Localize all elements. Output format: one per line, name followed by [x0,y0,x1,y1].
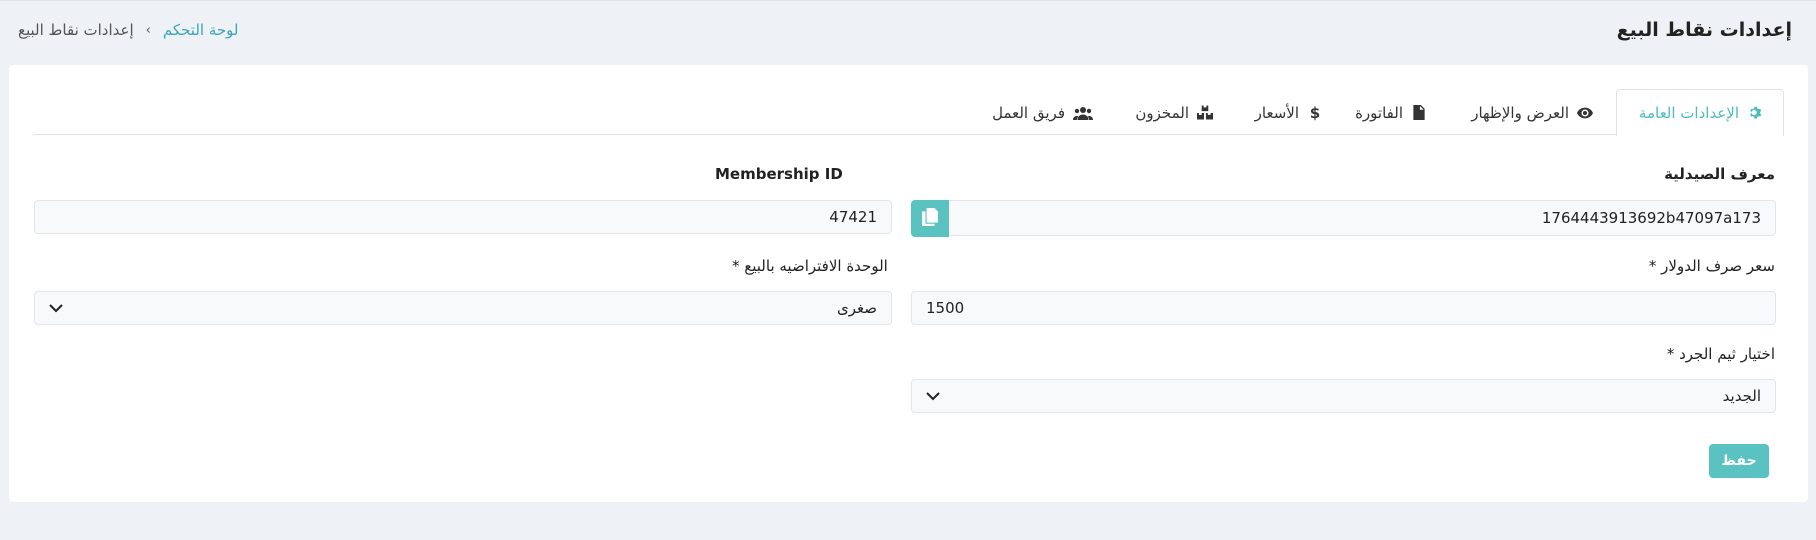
breadcrumb: لوحة التحكم › إعدادات نقاط البيع [18,21,238,39]
tab-inventory-label: المخزون [1135,103,1189,122]
pharmacy-id-label: معرف الصيدلية [1664,165,1775,183]
copy-button[interactable] [911,200,949,237]
invoice-icon [1411,105,1427,121]
default-unit-value: صغرى [837,299,877,317]
membership-id-value: 47421 [829,208,877,226]
tab-display[interactable]: العرض والإظهار [1471,89,1593,136]
settings-tabs: الإعدادات العامة العرض والإظهار الفاتورة… [33,89,1784,136]
default-unit-label: الوحدة الافتراضيه بالبيع * [732,257,888,275]
tab-team-label: فريق العمل [992,103,1065,122]
tab-invoice[interactable]: الفاتورة [1355,89,1427,136]
users-icon [1073,105,1093,121]
page-title: إعدادات نقاط البيع [1616,19,1792,41]
page-header: إعدادات نقاط البيع لوحة التحكم › إعدادات… [0,0,1816,65]
usd-rate-value: 1500 [926,299,965,317]
copy-icon [922,207,938,230]
usd-rate-label: سعر صرف الدولار * [1648,257,1775,275]
tab-prices-label: الأسعار [1254,103,1299,122]
save-button[interactable]: حفظ [1709,444,1769,478]
inventory-theme-label: اختيار ثيم الجرد * [1666,345,1775,363]
tab-display-label: العرض والإظهار [1471,103,1569,122]
chevron-down-icon [926,387,940,405]
breadcrumb-current: إعدادات نقاط البيع [18,21,134,39]
tab-team[interactable]: فريق العمل [992,89,1093,136]
usd-rate-input[interactable]: 1500 [911,291,1776,325]
tab-prices[interactable]: $ الأسعار [1255,89,1323,136]
pharmacy-id-value: 1764443913692b47097a173 [1541,209,1761,227]
inventory-theme-select[interactable]: الجديد [911,379,1776,413]
eye-icon [1577,105,1593,121]
tab-general-settings[interactable]: الإعدادات العامة [1616,89,1784,136]
pharmacy-id-field[interactable]: 1764443913692b47097a173 [916,200,1776,236]
gear-icon [1747,105,1763,121]
boxes-icon [1197,105,1213,121]
settings-card: الإعدادات العامة العرض والإظهار الفاتورة… [9,65,1808,502]
tab-general-settings-label: الإعدادات العامة [1638,103,1739,122]
breadcrumb-home-link[interactable]: لوحة التحكم [163,21,239,39]
dollar-icon: $ [1309,103,1321,122]
default-unit-select[interactable]: صغرى [34,291,892,325]
tab-inventory[interactable]: المخزون [1135,89,1213,136]
membership-id-label: Membership ID [715,165,843,183]
inventory-theme-value: الجديد [1722,387,1761,405]
breadcrumb-separator: › [145,22,151,38]
tab-invoice-label: الفاتورة [1355,103,1403,122]
chevron-down-icon [49,299,63,317]
membership-id-field[interactable]: 47421 [34,200,892,234]
